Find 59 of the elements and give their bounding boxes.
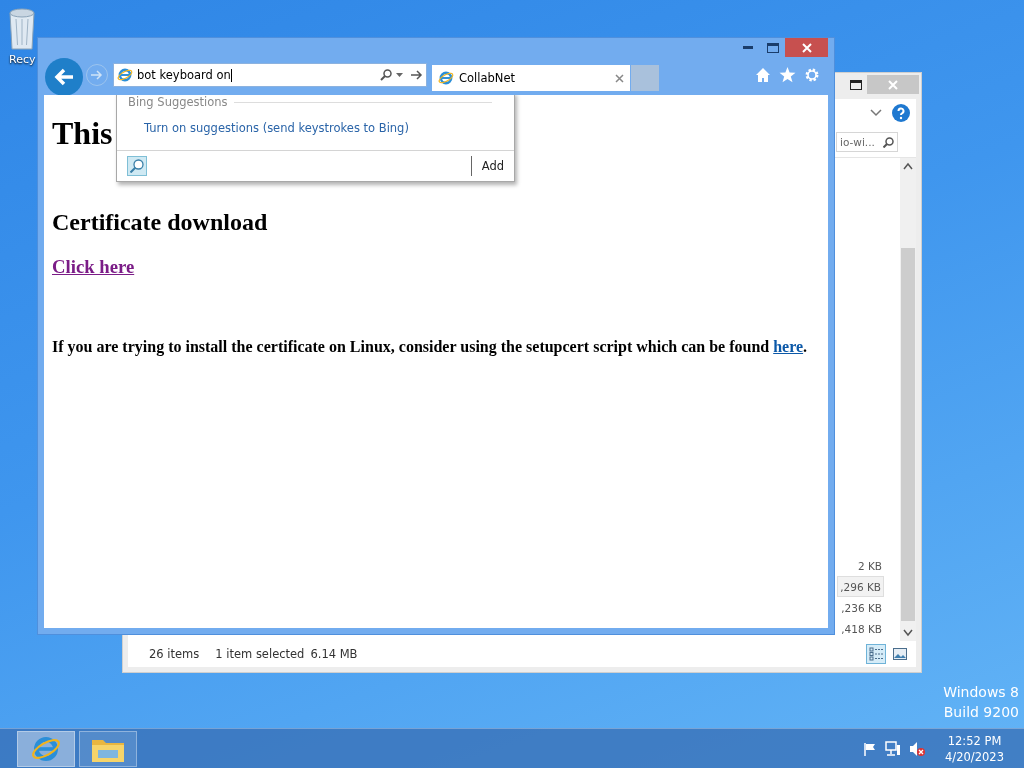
add-button[interactable]: Add: [470, 156, 504, 176]
forward-arrow-icon: [91, 70, 103, 80]
maximize-icon: [850, 79, 862, 90]
section-heading: Certificate download: [52, 208, 269, 236]
page-heading: This: [52, 115, 113, 152]
recycle-bin-icon[interactable]: [8, 6, 36, 50]
clock-date[interactable]: 4/20/2023: [945, 749, 1004, 764]
address-field[interactable]: bot keyboard on: [137, 68, 231, 82]
caret-icon[interactable]: [396, 73, 403, 77]
search-icon[interactable]: [380, 69, 392, 81]
flag-icon[interactable]: [863, 741, 878, 756]
browser-tab[interactable]: CollabNet: [432, 65, 630, 91]
search-provider-button[interactable]: [127, 156, 147, 176]
search-field[interactable]: io-wi...: [836, 132, 898, 152]
status-text: 1 item selected: [215, 647, 305, 661]
file-size-cell[interactable]: ,418 KB: [839, 618, 884, 639]
file-size-cell[interactable]: 2 KB: [855, 555, 884, 576]
scroll-up-icon[interactable]: [903, 162, 913, 170]
help-icon[interactable]: [892, 104, 910, 122]
speaker-muted-icon[interactable]: [909, 740, 926, 757]
watermark-text: Build 9200: [943, 704, 1019, 720]
star-icon[interactable]: [779, 67, 796, 83]
scrollbar-thumb[interactable]: [901, 248, 915, 621]
status-text: 6.14 MB: [310, 647, 358, 661]
go-arrow-icon[interactable]: [411, 70, 423, 80]
maximize-icon: [766, 42, 779, 53]
back-arrow-icon: [54, 68, 74, 86]
file-size-cell[interactable]: ,296 KB: [837, 576, 884, 597]
dropdown-header: Bing Suggestions: [128, 95, 228, 109]
desktop-icon-label[interactable]: Recy: [9, 53, 36, 66]
picture-view-icon: [893, 648, 907, 660]
details-view-icon: [869, 647, 883, 661]
close-icon[interactable]: [615, 73, 624, 83]
suggestion-link[interactable]: Turn on suggestions (send keystrokes to Bing): [144, 121, 409, 135]
status-text: 26 items: [149, 647, 200, 661]
search-icon: [130, 159, 144, 173]
search-icon: [883, 136, 894, 148]
watermark-text: Windows 8: [943, 684, 1019, 700]
script-link[interactable]: here: [773, 338, 804, 355]
taskbar-button[interactable]: [79, 730, 137, 767]
clock-time[interactable]: 12:52 PM: [947, 733, 1002, 748]
address-bar[interactable]: bot keyboard on: [113, 63, 427, 87]
network-icon[interactable]: [885, 740, 902, 757]
view-toggle[interactable]: [866, 644, 886, 664]
chevron-down-icon[interactable]: [870, 109, 882, 117]
download-link[interactable]: Click here: [52, 256, 135, 277]
close-button[interactable]: [785, 38, 828, 57]
linux-note: If you are trying to install the certificate on Linux, consider using the setupcert script which can be found here.: [52, 337, 809, 356]
close-icon: [801, 42, 812, 53]
file-size-cell[interactable]: ,236 KB: [839, 597, 884, 618]
minimize-icon: [742, 46, 753, 49]
taskbar-button[interactable]: [17, 730, 75, 767]
back-button[interactable]: [45, 58, 83, 96]
settings-icon[interactable]: [804, 67, 820, 83]
close-icon: [888, 79, 898, 90]
home-icon[interactable]: [755, 67, 771, 83]
browser-logo-icon: [438, 70, 454, 86]
browser-logo-icon: [117, 67, 133, 83]
scroll-down-icon[interactable]: [903, 629, 913, 637]
